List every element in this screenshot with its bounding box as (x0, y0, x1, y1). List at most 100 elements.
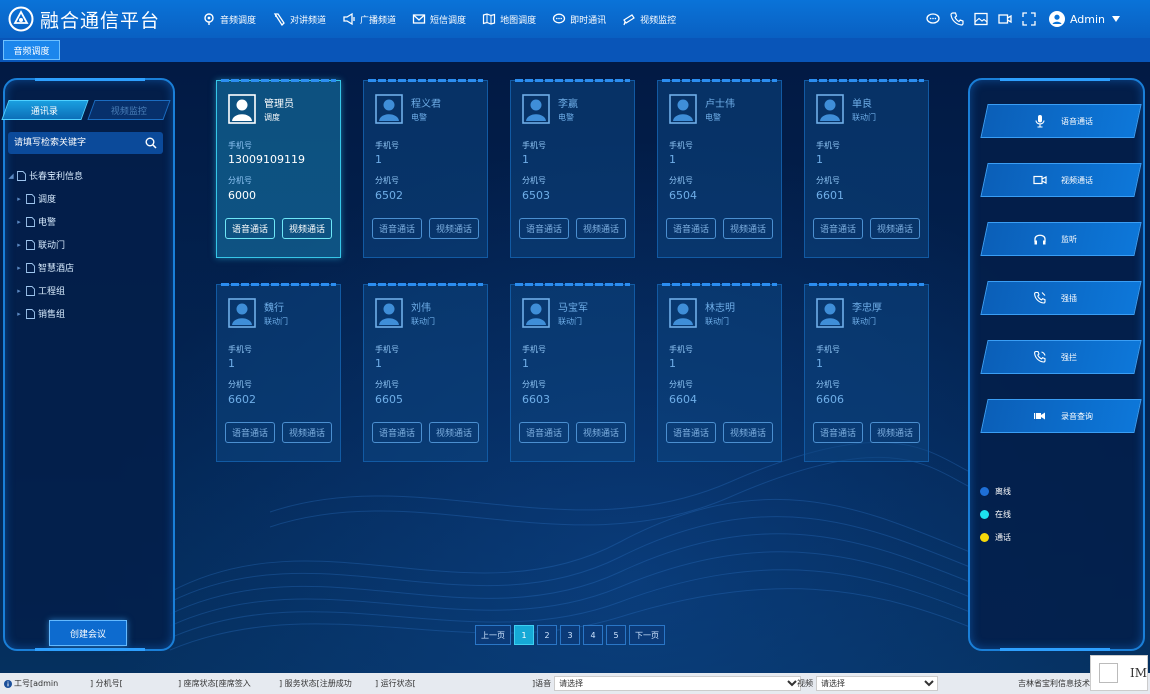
search-input[interactable] (8, 132, 145, 154)
card-video-call-button[interactable]: 视频通话 (576, 422, 626, 443)
nav-chat[interactable]: 即时通讯 (544, 0, 614, 38)
fullscreen-icon[interactable] (1021, 11, 1037, 27)
contact-card[interactable]: 林志明 联动门 手机号 1 分机号 6604 语音通话 视频通话 (657, 283, 782, 462)
search-icon[interactable] (145, 137, 157, 149)
folder-icon (26, 285, 35, 296)
contact-card[interactable]: 魏行 联动门 手机号 1 分机号 6602 语音通话 视频通话 (216, 283, 341, 462)
tree-label: 智慧酒店 (38, 264, 75, 274)
card-video-call-button[interactable]: 视频通话 (723, 218, 773, 239)
contact-card[interactable]: 管理员 调度 手机号 13009109119 分机号 6000 语音通话 视频通… (216, 79, 341, 258)
card-video-call-button[interactable]: 视频通话 (723, 422, 773, 443)
contact-card[interactable]: 李赢 电警 手机号 1 分机号 6503 语音通话 视频通话 (510, 79, 635, 258)
phone-label: 手机号 (816, 141, 840, 150)
contact-card[interactable]: 马宝军 联动门 手机号 1 分机号 6603 语音通话 视频通话 (510, 283, 635, 462)
contact-card[interactable]: 刘伟 联动门 手机号 1 分机号 6605 语音通话 视频通话 (363, 283, 488, 462)
card-voice-call-button[interactable]: 语音通话 (813, 218, 863, 239)
ext-label: 分机号 (375, 380, 399, 389)
card-voice-call-button[interactable]: 语音通话 (225, 218, 275, 239)
phone-label: 手机号 (228, 345, 252, 354)
im-widget[interactable]: IM (1090, 655, 1148, 691)
expand-arrow-icon[interactable]: ▸ (15, 264, 23, 272)
message-icon[interactable] (925, 11, 941, 27)
expand-arrow-icon[interactable]: ▸ (15, 195, 23, 203)
phone-value: 1 (669, 153, 676, 166)
tree-item-linkage-door[interactable]: ▸ 联动门 (7, 233, 172, 256)
card-video-call-button[interactable]: 视频通话 (282, 218, 332, 239)
expand-arrow-icon[interactable]: ▸ (15, 218, 23, 226)
expand-arrow-icon[interactable]: ▸ (15, 241, 23, 249)
tree-item-sales[interactable]: ▸ 销售组 (7, 302, 172, 325)
voice-select[interactable]: 请选择 (554, 676, 802, 691)
video-select[interactable]: 请选择 (816, 676, 938, 691)
collapse-arrow-icon[interactable]: ◢ (7, 172, 15, 180)
page-3-button[interactable]: 3 (560, 625, 580, 645)
nav-label: 即时通讯 (570, 15, 607, 26)
nav-audio-dispatch[interactable]: 音频调度 (194, 0, 264, 38)
card-video-call-button[interactable]: 视频通话 (429, 218, 479, 239)
tab-video-monitor[interactable]: 视频监控 (87, 100, 171, 120)
contact-card[interactable]: 程义君 电警 手机号 1 分机号 6502 语音通话 视频通话 (363, 79, 488, 258)
tree-item-engineering[interactable]: ▸ 工程组 (7, 279, 172, 302)
left-tabs: 通讯录 视频监控 (1, 100, 173, 120)
card-video-call-button[interactable]: 视频通话 (282, 422, 332, 443)
card-video-call-button[interactable]: 视频通话 (870, 422, 920, 443)
contact-card[interactable]: 李忠厚 联动门 手机号 1 分机号 6606 语音通话 视频通话 (804, 283, 929, 462)
recording-query-button[interactable]: 录音查询 (980, 399, 1142, 433)
contact-name: 魏行 (264, 303, 284, 314)
page-1-button[interactable]: 1 (514, 625, 534, 645)
card-voice-call-button[interactable]: 语音通话 (372, 218, 422, 239)
phone-icon[interactable] (949, 11, 965, 27)
prev-page-button[interactable]: 上一页 (475, 625, 511, 645)
contact-card[interactable]: 单良 联动门 手机号 1 分机号 6601 语音通话 视频通话 (804, 79, 929, 258)
intercept-button[interactable]: 强拦 (980, 340, 1142, 374)
brand: 融合通信平台 (0, 6, 190, 33)
expand-arrow-icon[interactable]: ▸ (15, 287, 23, 295)
image-icon[interactable] (973, 11, 989, 27)
expand-arrow-icon[interactable]: ▸ (15, 310, 23, 318)
tab-contacts[interactable]: 通讯录 (1, 100, 89, 120)
page-4-button[interactable]: 4 (583, 625, 603, 645)
broken-image-icon (1099, 663, 1118, 683)
card-voice-call-button[interactable]: 语音通话 (666, 218, 716, 239)
card-voice-call-button[interactable]: 语音通话 (372, 422, 422, 443)
panel-bottom-deco (35, 648, 145, 651)
tree-item-smart-hotel[interactable]: ▸ 智慧酒店 (7, 256, 172, 279)
im-label: IM (1129, 666, 1147, 680)
tree-root[interactable]: ◢ 长春宝利信息 (7, 164, 172, 187)
page-2-button[interactable]: 2 (537, 625, 557, 645)
contact-card[interactable]: 卢士伟 电警 手机号 1 分机号 6504 语音通话 视频通话 (657, 79, 782, 258)
tab-audio-dispatch[interactable]: 音频调度 (3, 40, 60, 60)
video-call-icon[interactable] (997, 11, 1013, 27)
nav-video-monitor[interactable]: 视频监控 (614, 0, 684, 38)
nav-broadcast[interactable]: 广播频道 (334, 0, 404, 38)
phone-value: 1 (669, 357, 676, 370)
nav-map[interactable]: 地图调度 (474, 0, 544, 38)
legend-dot (980, 533, 989, 542)
card-voice-call-button[interactable]: 语音通话 (225, 422, 275, 443)
create-meeting-button[interactable]: 创建会议 (49, 620, 127, 646)
voice-call-button[interactable]: 语音通话 (980, 104, 1142, 138)
chevron-down-icon (1112, 16, 1120, 22)
card-voice-call-button[interactable]: 语音通话 (813, 422, 863, 443)
card-video-call-button[interactable]: 视频通话 (429, 422, 479, 443)
next-page-button[interactable]: 下一页 (629, 625, 665, 645)
user-menu[interactable]: Admin (1048, 11, 1120, 27)
nav-intercom[interactable]: 对讲频道 (264, 0, 334, 38)
page-5-button[interactable]: 5 (606, 625, 626, 645)
card-voice-call-button[interactable]: 语音通话 (519, 422, 569, 443)
card-voice-call-button[interactable]: 语音通话 (666, 422, 716, 443)
nav-sms[interactable]: 短信调度 (404, 0, 474, 38)
status-voice: ]语音 请选择 (532, 673, 802, 694)
card-voice-call-button[interactable]: 语音通话 (519, 218, 569, 239)
app-title: 融合通信平台 (40, 9, 161, 32)
card-video-call-button[interactable]: 视频通话 (576, 218, 626, 239)
tree-item-dispatch[interactable]: ▸ 调度 (7, 187, 172, 210)
monitor-button[interactable]: 监听 (980, 222, 1142, 256)
ext-value: 6604 (669, 393, 697, 406)
video-call-button[interactable]: 视频通话 (980, 163, 1142, 197)
action-label: 语音通话 (1061, 116, 1093, 126)
tree-item-police[interactable]: ▸ 电警 (7, 210, 172, 233)
card-video-call-button[interactable]: 视频通话 (870, 218, 920, 239)
barge-in-button[interactable]: 强插 (980, 281, 1142, 315)
actions-panel: 语音通话 视频通话 监听 强插 强拦 录音查询 离线 在线 通话 (968, 78, 1145, 651)
